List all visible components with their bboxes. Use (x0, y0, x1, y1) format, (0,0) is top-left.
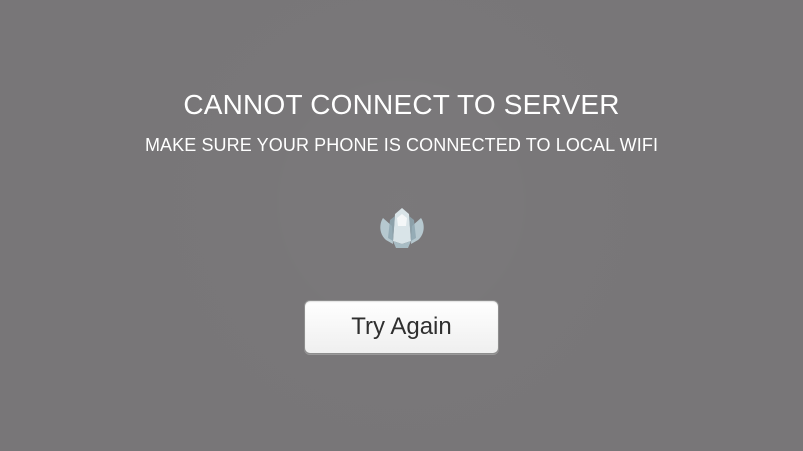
connection-error-screen: CANNOT CONNECT TO SERVER MAKE SURE YOUR … (0, 0, 803, 451)
spaceship-logo-icon (380, 208, 424, 248)
try-again-button[interactable]: Try Again (304, 300, 499, 354)
error-subtitle: MAKE SURE YOUR PHONE IS CONNECTED TO LOC… (144, 135, 659, 155)
error-title: CANNOT CONNECT TO SERVER (183, 89, 620, 120)
